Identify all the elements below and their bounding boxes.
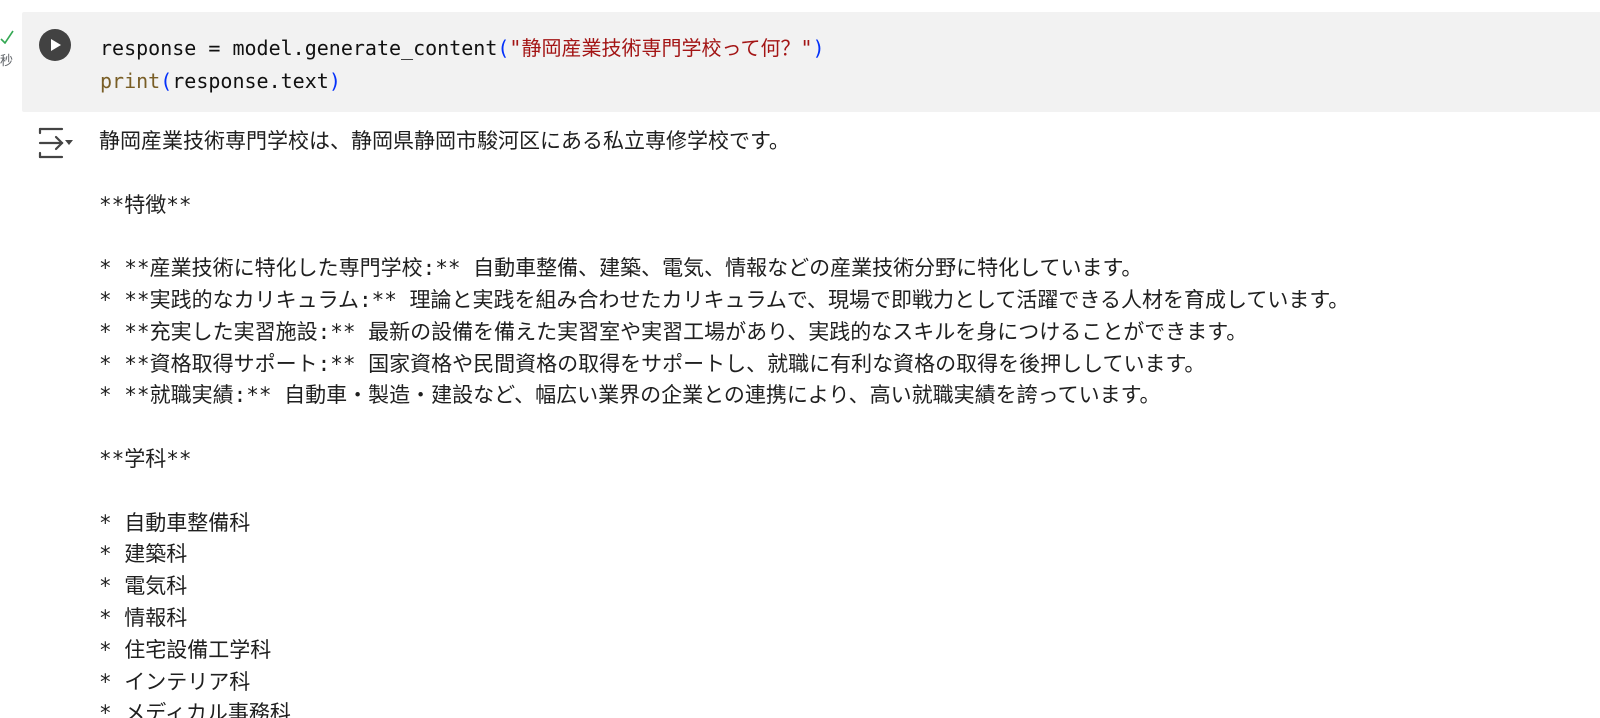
feature-item: * **実践的なカリキュラム:** 理論と実践を組み合わせたカリキュラムで、現場… — [99, 287, 1350, 312]
department-item: * インテリア科 — [99, 669, 251, 694]
code-print-fn: print — [100, 69, 161, 93]
notebook: 秒 response = model.generate_content("静岡産… — [0, 0, 1600, 718]
departments-heading: **学科** — [99, 446, 192, 471]
code-arg: response.text — [172, 69, 329, 93]
code-paren-close: ) — [812, 36, 825, 60]
code-paren-open: ( — [160, 69, 173, 93]
cell-output: 静岡産業技術専門学校は、静岡県静岡市駿河区にある私立専修学校です。 **特徴**… — [99, 126, 1589, 718]
code-editor[interactable]: response = model.generate_content("静岡産業技… — [100, 32, 825, 98]
code-cell[interactable]: response = model.generate_content("静岡産業技… — [22, 12, 1600, 112]
code-line-1: response = model.generate_content("静岡産業技… — [100, 32, 825, 65]
feature-item: * **就職実績:** 自動車・製造・建設など、幅広い業界の企業との連携により、… — [99, 383, 1161, 408]
feature-item: * **充実した実習施設:** 最新の設備を備えた実習室や実習工場があり、実践的… — [99, 319, 1248, 344]
department-item: * 住宅設備工学科 — [99, 637, 272, 662]
play-icon — [51, 39, 61, 51]
department-item: * 建築科 — [99, 542, 188, 567]
output-toggle-button[interactable] — [38, 127, 76, 159]
code-operator: = — [196, 36, 233, 60]
execution-time-label: 秒 — [0, 54, 14, 69]
code-call: model.generate_content — [232, 36, 498, 60]
code-line-2: print(response.text) — [100, 65, 825, 98]
department-item: * 自動車整備科 — [99, 510, 251, 535]
output-collapse-icon — [38, 127, 73, 159]
department-item: * 情報科 — [99, 605, 188, 630]
code-var: response — [100, 36, 197, 60]
department-item: * 電気科 — [99, 574, 188, 599]
feature-item: * **資格取得サポート:** 国家資格や民間資格の取得をサポートし、就職に有利… — [99, 351, 1206, 376]
check-icon — [0, 30, 14, 44]
feature-item: * **産業技術に特化した専門学校:** 自動車整備、建築、電気、情報などの産業… — [99, 256, 1143, 281]
run-cell-button[interactable] — [39, 29, 71, 61]
execution-status: 秒 — [0, 22, 20, 72]
code-paren-close: ) — [328, 69, 341, 93]
features-heading: **特徴** — [99, 192, 192, 217]
output-intro: 静岡産業技術専門学校は、静岡県静岡市駿河区にある私立専修学校です。 — [99, 129, 790, 153]
code-paren-open: ( — [497, 36, 510, 60]
code-string: "静岡産業技術専門学校って何？" — [509, 36, 813, 60]
department-item: * メディカル事務科 — [99, 701, 291, 718]
